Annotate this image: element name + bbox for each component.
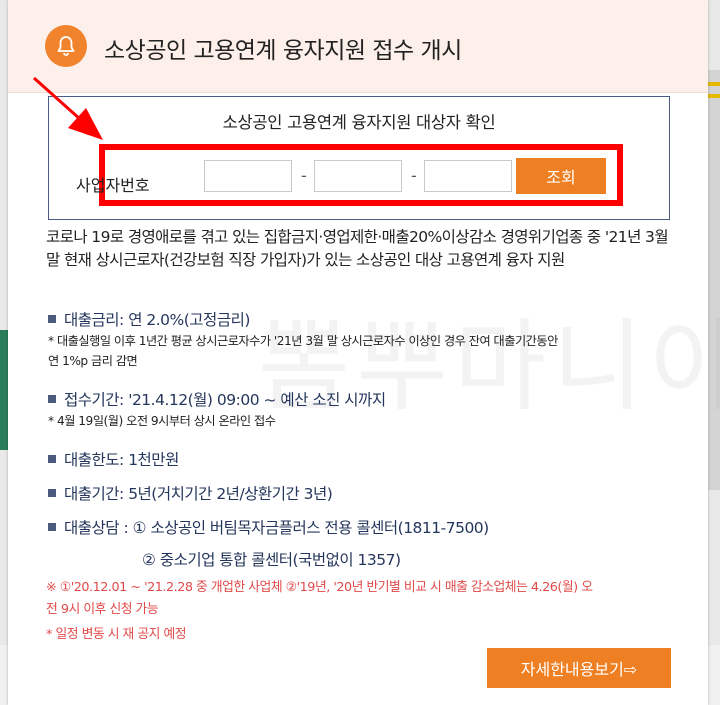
background-page-edge-left	[0, 330, 8, 450]
bullet-square-icon	[48, 523, 56, 531]
separator-dash: -	[301, 166, 307, 185]
bullet-square-icon	[48, 395, 56, 403]
bell-icon	[45, 25, 87, 67]
lookup-button[interactable]: 조회	[516, 158, 606, 194]
business-number-field-3[interactable]	[424, 160, 512, 192]
rate-note: * 대출실행일 이후 1년간 평균 상시근로자수가 '21년 3월 말 상시근로…	[48, 334, 558, 348]
period-note: * 4월 19일(월) 오전 9시부터 상시 온라인 접수	[48, 414, 276, 428]
business-number-field-2[interactable]	[314, 160, 402, 192]
loan-limit-item: 대출한도: 1천만원	[48, 448, 179, 470]
bullet-square-icon	[48, 489, 56, 497]
modal-title: 소상공인 고용연계 융자지원 접수 개시	[104, 38, 462, 64]
eligibility-warning-note: ※ ①'20.12.01 ~ '21.2.28 중 개업한 사업체 ②'19년,…	[46, 580, 593, 595]
view-details-button[interactable]: 자세한내용보기⇨	[487, 648, 671, 688]
application-period-item: 접수기간: '21.4.12(월) 09:00 ~ 예산 소진 시까지	[48, 388, 386, 410]
modal-header: 소상공인 고용연계 융자지원 접수 개시	[8, 0, 708, 93]
bullet-square-icon	[48, 315, 56, 323]
bullet-square-icon	[48, 455, 56, 463]
loan-rate-item: 대출금리: 연 2.0%(고정금리)	[48, 308, 250, 330]
check-panel-title: 소상공인 고용연계 융자지원 대상자 확인	[222, 113, 496, 132]
rate-note-cont: 연 1%p 금리 감면	[48, 354, 138, 368]
loan-term-item: 대출기간: 5년(거치기간 2년/상환기간 3년)	[48, 482, 333, 504]
consultation-item: 대출상담 : ① 소상공인 버팀목자금플러스 전용 콜센터(1811-7500)	[48, 516, 489, 538]
eligibility-warning-note-cont: 전 9시 이후 신청 가능	[46, 602, 159, 617]
separator-dash: -	[411, 166, 417, 185]
background-page-edge	[706, 70, 720, 490]
announcement-modal: 소상공인 고용연계 융자지원 접수 개시 뽐뿌마니아 소상공인 고용연계 융자지…	[8, 0, 720, 705]
business-number-field-1[interactable]	[204, 160, 292, 192]
schedule-change-note: * 일정 변동 시 재 공지 예정	[46, 627, 187, 642]
business-number-label: 사업자번호	[76, 176, 150, 195]
consultation-item-2: ② 중소기업 통합 콜센터(국번없이 1357)	[142, 551, 401, 569]
intro-text: 코로나 19로 경영애로를 겪고 있는 집합금지·영업제한·매출20%이상감소 …	[46, 228, 669, 269]
